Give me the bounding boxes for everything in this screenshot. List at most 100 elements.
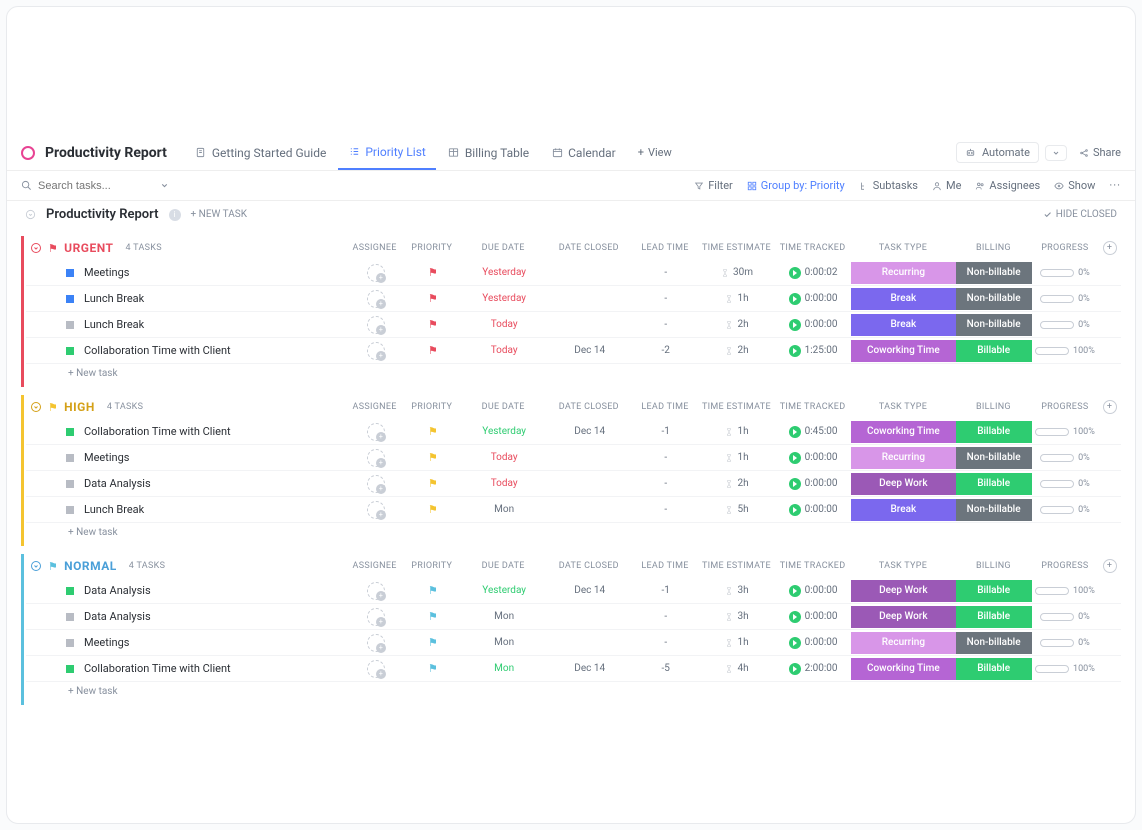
task-name-cell[interactable]: Data Analysis	[26, 584, 347, 597]
assignee-add[interactable]: +	[367, 660, 385, 678]
task-row[interactable]: Lunch Break + ⚑ Yesterday - 1h 0:00:00 B…	[26, 286, 1121, 312]
assignee-add[interactable]: +	[367, 264, 385, 282]
status-icon[interactable]	[66, 613, 74, 621]
automate-chevron[interactable]	[1045, 145, 1067, 161]
time-tracked[interactable]: 0:00:00	[775, 504, 851, 516]
search-chevron[interactable]	[160, 181, 169, 190]
priority-flag[interactable]: ⚑	[428, 477, 438, 490]
due-date[interactable]: Mon	[461, 611, 547, 622]
priority-flag[interactable]: ⚑	[428, 425, 438, 438]
col-header-billing[interactable]: BILLING	[955, 402, 1031, 412]
status-icon[interactable]	[66, 347, 74, 355]
col-header-assignee[interactable]: ASSIGNEE	[346, 561, 403, 571]
play-icon[interactable]	[789, 267, 801, 279]
col-header-progress[interactable]: PROGRESS	[1032, 561, 1099, 571]
col-header-tracked[interactable]: TIME TRACKED	[774, 243, 850, 253]
col-header-tasktype[interactable]: TASK TYPE	[851, 561, 956, 571]
due-date[interactable]: Yesterday	[461, 585, 547, 596]
time-tracked[interactable]: 1:25:00	[775, 345, 851, 357]
task-name-cell[interactable]: Collaboration Time with Client	[26, 662, 347, 675]
task-name-cell[interactable]: Meetings	[26, 636, 347, 649]
assignees-button[interactable]: Assignees	[975, 179, 1040, 192]
status-icon[interactable]	[66, 639, 74, 647]
col-header-lead[interactable]: LEAD TIME	[632, 243, 699, 253]
new-task-button[interactable]: + NEW TASK	[191, 209, 247, 220]
task-row[interactable]: Data Analysis + ⚑ Yesterday Dec 14 -1 3h…	[26, 578, 1121, 604]
status-icon[interactable]	[66, 269, 74, 277]
due-date[interactable]: Mon	[461, 504, 547, 515]
task-type-badge[interactable]: Recurring	[851, 262, 956, 284]
assignee-add[interactable]: +	[367, 634, 385, 652]
time-estimate[interactable]: 1h	[699, 426, 775, 437]
task-row[interactable]: Lunch Break + ⚑ Today - 2h 0:00:00 Break…	[26, 312, 1121, 338]
billing-badge[interactable]: Billable	[956, 340, 1032, 362]
time-tracked[interactable]: 0:45:00	[775, 426, 851, 438]
task-name-cell[interactable]: Meetings	[26, 451, 347, 464]
assignee-add[interactable]: +	[367, 475, 385, 493]
col-header-tracked[interactable]: TIME TRACKED	[774, 402, 850, 412]
billing-badge[interactable]: Billable	[956, 473, 1032, 495]
billing-badge[interactable]: Billable	[956, 580, 1032, 602]
task-row[interactable]: Data Analysis + ⚑ Mon - 3h 0:00:00 Deep …	[26, 604, 1121, 630]
billing-badge[interactable]: Non-billable	[956, 632, 1032, 654]
group-toggle[interactable]	[30, 242, 42, 254]
status-icon[interactable]	[66, 665, 74, 673]
task-name-cell[interactable]: Collaboration Time with Client	[26, 344, 347, 357]
time-tracked[interactable]: 2:00:00	[775, 663, 851, 675]
task-row[interactable]: Meetings + ⚑ Yesterday - 30m 0:00:02 Rec…	[26, 260, 1121, 286]
add-column-button[interactable]: +	[1103, 559, 1117, 573]
priority-flag[interactable]: ⚑	[428, 266, 438, 279]
more-button[interactable]: ···	[1109, 179, 1121, 192]
add-column-button[interactable]: +	[1103, 400, 1117, 414]
task-name-cell[interactable]: Data Analysis	[26, 477, 347, 490]
status-icon[interactable]	[66, 321, 74, 329]
task-type-badge[interactable]: Deep Work	[851, 473, 956, 495]
play-icon[interactable]	[789, 663, 801, 675]
task-name-cell[interactable]: Lunch Break	[26, 292, 347, 305]
progress-cell[interactable]: 0%	[1032, 612, 1099, 622]
progress-cell[interactable]: 100%	[1032, 664, 1099, 674]
subtasks-button[interactable]: Subtasks	[859, 179, 918, 192]
play-icon[interactable]	[789, 637, 801, 649]
assignee-add[interactable]: +	[367, 449, 385, 467]
progress-cell[interactable]: 100%	[1032, 586, 1099, 596]
priority-flag[interactable]: ⚑	[428, 610, 438, 623]
priority-flag[interactable]: ⚑	[428, 292, 438, 305]
priority-flag[interactable]: ⚑	[428, 662, 438, 675]
col-header-tracked[interactable]: TIME TRACKED	[774, 561, 850, 571]
time-estimate[interactable]: 2h	[699, 345, 775, 356]
task-type-badge[interactable]: Break	[851, 288, 956, 310]
billing-badge[interactable]: Non-billable	[956, 499, 1032, 521]
tab-calendar[interactable]: Calendar	[541, 135, 626, 170]
progress-cell[interactable]: 0%	[1032, 479, 1099, 489]
col-header-billing[interactable]: BILLING	[955, 243, 1031, 253]
play-icon[interactable]	[789, 426, 801, 438]
show-button[interactable]: Show	[1054, 179, 1095, 192]
priority-flag[interactable]: ⚑	[428, 584, 438, 597]
due-date[interactable]: Today	[461, 478, 547, 489]
time-estimate[interactable]: 4h	[699, 663, 775, 674]
status-icon[interactable]	[66, 506, 74, 514]
col-header-tasktype[interactable]: TASK TYPE	[851, 243, 956, 253]
task-type-badge[interactable]: Recurring	[851, 632, 956, 654]
col-header-due[interactable]: DUE DATE	[460, 561, 546, 571]
share-button[interactable]: Share	[1079, 146, 1121, 159]
add-column-button[interactable]: +	[1103, 241, 1117, 255]
due-date[interactable]: Today	[461, 452, 547, 463]
task-name-cell[interactable]: Lunch Break	[26, 318, 347, 331]
group-toggle[interactable]	[30, 401, 42, 413]
search-input[interactable]	[38, 180, 148, 192]
time-estimate[interactable]: 2h	[699, 319, 775, 330]
progress-cell[interactable]: 0%	[1032, 505, 1099, 515]
new-task-row[interactable]: + New task	[26, 682, 1121, 705]
progress-cell[interactable]: 0%	[1032, 638, 1099, 648]
billing-badge[interactable]: Non-billable	[956, 288, 1032, 310]
assignee-add[interactable]: +	[367, 501, 385, 519]
play-icon[interactable]	[789, 452, 801, 464]
assignee-add[interactable]: +	[367, 423, 385, 441]
new-task-row[interactable]: + New task	[26, 523, 1121, 546]
filter-button[interactable]: Filter	[694, 179, 733, 192]
status-icon[interactable]	[66, 428, 74, 436]
col-header-estimate[interactable]: TIME ESTIMATE	[698, 561, 774, 571]
task-name-cell[interactable]: Collaboration Time with Client	[26, 425, 347, 438]
